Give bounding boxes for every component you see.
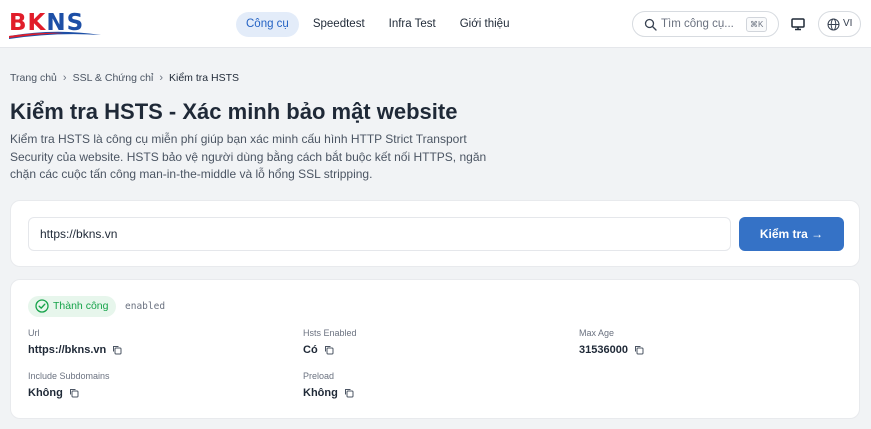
- result-card: Thành công enabled Url https://bkns.vn H…: [10, 279, 860, 419]
- url-input[interactable]: [28, 217, 731, 251]
- field-value-include-subdomains: Không: [28, 387, 79, 399]
- chevron-right-icon: ›: [62, 72, 67, 84]
- main-nav: Công cụ Speedtest Infra Test Giới thiệu: [236, 12, 519, 37]
- check-form-card: Kiểm tra →: [10, 200, 860, 267]
- field-label-hsts-enabled: Hsts Enabled: [303, 328, 357, 338]
- nav-item-about[interactable]: Giới thiệu: [450, 12, 520, 37]
- preload-value: Không: [303, 387, 338, 399]
- status-code: enabled: [125, 301, 166, 312]
- field-label-include-subdomains: Include Subdomains: [28, 371, 110, 381]
- check-button[interactable]: Kiểm tra →: [739, 217, 844, 251]
- hsts-enabled-value: Có: [303, 344, 318, 356]
- field-value-url: https://bkns.vn: [28, 344, 122, 356]
- logo-swoosh-icon: [9, 31, 101, 39]
- copy-icon[interactable]: [112, 345, 122, 355]
- display-icon[interactable]: [789, 15, 807, 33]
- include-subdomains-value: Không: [28, 387, 63, 399]
- copy-icon[interactable]: [634, 345, 644, 355]
- status-badge: Thành công: [28, 296, 117, 317]
- page-description: Kiểm tra HSTS là công cụ miễn phí giúp b…: [10, 132, 487, 181]
- copy-icon[interactable]: [69, 388, 79, 398]
- nav-item-tools[interactable]: Công cụ: [236, 12, 299, 37]
- field-label-url: Url: [28, 328, 40, 338]
- breadcrumb-ssl[interactable]: SSL & Chứng chỉ: [73, 72, 154, 84]
- breadcrumb: Trang chủ › SSL & Chứng chỉ › Kiểm tra H…: [10, 72, 239, 84]
- field-value-preload: Không: [303, 387, 354, 399]
- nav-item-speedtest[interactable]: Speedtest: [303, 12, 375, 37]
- breadcrumb-current: Kiểm tra HSTS: [169, 72, 240, 84]
- language-switcher[interactable]: VI: [818, 11, 861, 37]
- nav-item-infra-test[interactable]: Infra Test: [379, 12, 446, 37]
- field-label-preload: Preload: [303, 371, 335, 381]
- check-circle-icon: [35, 299, 49, 313]
- copy-icon[interactable]: [344, 388, 354, 398]
- search-shortcut-badge: ⌘K: [746, 17, 768, 32]
- status-label: Thành công: [53, 300, 109, 312]
- search-box[interactable]: Tìm công cụ... ⌘K: [632, 11, 779, 37]
- field-label-max-age: Max Age: [579, 328, 615, 338]
- globe-icon: [827, 18, 840, 31]
- language-code: VI: [843, 18, 853, 29]
- field-value-hsts-enabled: Có: [303, 344, 334, 356]
- field-value-max-age: 31536000: [579, 344, 644, 356]
- page-title: Kiểm tra HSTS - Xác minh bảo mật website: [10, 99, 458, 124]
- search-placeholder: Tìm công cụ...: [661, 18, 734, 30]
- max-age-value: 31536000: [579, 344, 628, 356]
- url-value: https://bkns.vn: [28, 344, 107, 356]
- search-icon: [644, 18, 657, 31]
- top-header: BKNS Công cụ Speedtest Infra Test Giới t…: [0, 0, 871, 48]
- breadcrumb-home[interactable]: Trang chủ: [10, 72, 57, 84]
- copy-icon[interactable]: [324, 345, 334, 355]
- chevron-right-icon: ›: [159, 72, 163, 84]
- bkns-logo[interactable]: BKNS: [9, 10, 101, 40]
